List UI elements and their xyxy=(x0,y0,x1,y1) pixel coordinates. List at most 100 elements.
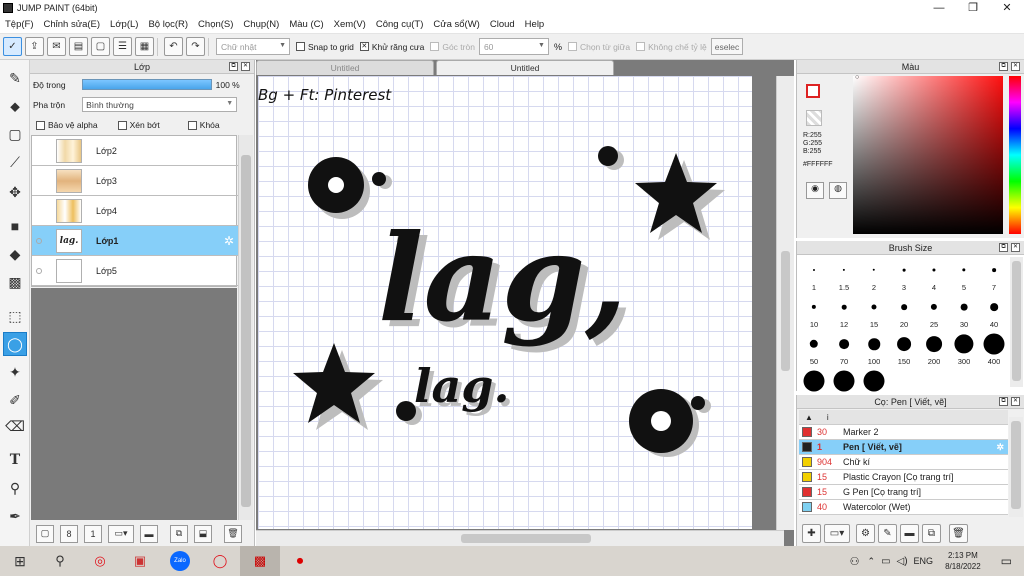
menu-cloud[interactable]: Cloud xyxy=(485,19,520,30)
from-center-checkbox[interactable]: Chọn từ giữa xyxy=(567,42,630,52)
move-tool-icon[interactable]: ✥ xyxy=(3,180,27,204)
list-icon[interactable]: ☰ xyxy=(113,37,132,56)
search-icon[interactable]: ⚲ xyxy=(40,546,80,576)
app-store-icon[interactable]: ▣ xyxy=(120,546,160,576)
shape-select-dropdown[interactable]: Chữ nhật ▼ xyxy=(216,38,290,55)
brush-size-option[interactable]: 10 xyxy=(799,296,829,334)
menu-layer[interactable]: Lớp(L) xyxy=(105,19,143,30)
page-icon[interactable]: ▢ xyxy=(91,37,110,56)
opacity-slider[interactable] xyxy=(81,79,212,90)
fill-rect-tool-icon[interactable]: ■ xyxy=(3,214,27,238)
clock[interactable]: 2:13 PM 8/18/2022 xyxy=(945,550,981,572)
brush-tool-icon[interactable]: ✎ xyxy=(3,66,27,90)
new-raster-layer-icon[interactable]: 8 xyxy=(60,524,78,543)
brush-size-option[interactable]: 100 xyxy=(859,333,889,371)
pen-item[interactable]: 30 Marker 2 xyxy=(799,425,1008,440)
panel-close-icon[interactable]: ✕ xyxy=(1011,397,1020,406)
select-eraser-tool-icon[interactable]: ⌫ xyxy=(3,414,27,438)
layer-item-lop4[interactable]: Lớp4 xyxy=(32,196,238,226)
lasso-tool-icon[interactable]: ◯ xyxy=(3,332,27,356)
notification-icon[interactable]: ▭ xyxy=(1001,554,1012,568)
palette-icon[interactable]: ◉ xyxy=(806,182,824,199)
protect-alpha-checkbox[interactable]: Bảo vệ alpha xyxy=(36,120,98,130)
bucket-tool-icon[interactable]: ◆ xyxy=(3,242,27,266)
layer-scrollbar[interactable] xyxy=(238,135,253,520)
record-icon[interactable]: ⏺ xyxy=(280,546,320,576)
menu-edit[interactable]: Chỉnh sửa(E) xyxy=(39,19,106,30)
brush-mode-icon[interactable]: ✓ xyxy=(3,37,22,56)
chevron-up-icon[interactable]: ⌃ xyxy=(868,556,876,567)
opera-gx-icon[interactable]: ◯ xyxy=(200,546,240,576)
undock-icon[interactable]: ⧉ xyxy=(999,243,1008,252)
scroll-thumb[interactable] xyxy=(241,155,251,507)
new-layer-icon[interactable]: ▢ xyxy=(36,524,54,543)
windows-start-icon[interactable]: ⊞ xyxy=(0,546,40,576)
brush-folder-icon[interactable]: ▬ xyxy=(900,523,919,543)
lock-checkbox[interactable]: Khóa xyxy=(187,120,220,130)
undock-icon[interactable]: ⧉ xyxy=(999,397,1008,406)
size-sort-icon[interactable]: ▲ xyxy=(805,413,813,422)
brush-size-option[interactable]: 40 xyxy=(979,296,1009,334)
people-icon[interactable]: ⚇ xyxy=(850,555,860,568)
layer-item-lop2[interactable]: Lớp2 xyxy=(32,136,238,166)
pen-item[interactable]: 904 Chữ kí xyxy=(799,455,1008,470)
brush-size-option[interactable]: 1 xyxy=(799,259,829,297)
language-indicator[interactable]: ENG xyxy=(914,556,934,566)
redo-icon[interactable]: ↷ xyxy=(186,37,205,56)
duplicate-layer-icon[interactable]: ⧉ xyxy=(170,524,188,543)
menu-window[interactable]: Cửa sổ(W) xyxy=(428,19,484,30)
palette-settings-icon[interactable]: ◍ xyxy=(829,182,847,199)
brush-size-option[interactable]: 20 xyxy=(889,296,919,334)
menu-tools[interactable]: Công cụ(T) xyxy=(371,19,429,30)
brush-size-option[interactable]: 2 xyxy=(859,259,889,297)
pen-tool-icon[interactable]: ✒ xyxy=(3,504,27,528)
visibility-toggle[interactable] xyxy=(32,237,46,244)
close-button[interactable]: ✕ xyxy=(990,0,1024,16)
delete-layer-icon[interactable]: 🗑 xyxy=(224,524,242,543)
tab-untitled-1[interactable]: Untitled xyxy=(256,60,434,75)
canvas-horizontal-scrollbar[interactable] xyxy=(256,530,784,546)
brush-size-option[interactable]: 400 xyxy=(979,333,1009,371)
pen-scrollbar[interactable] xyxy=(1009,417,1023,517)
drawing-canvas[interactable]: Bg + Ft: Pinterest lag, lag, lag. lag. xyxy=(258,76,752,529)
brush-settings-icon[interactable]: ⚙ xyxy=(856,523,875,543)
canvas-vertical-scrollbar[interactable] xyxy=(776,76,794,530)
brush-size-option[interactable]: 150 xyxy=(889,333,919,371)
eraser-tool-icon[interactable]: ⬥ xyxy=(3,94,27,118)
panel-close-icon[interactable]: ✕ xyxy=(241,62,250,71)
brush-size-option[interactable]: 25 xyxy=(919,296,949,334)
brush-size-option[interactable]: 5 xyxy=(949,259,979,297)
menu-view[interactable]: Xem(V) xyxy=(329,19,371,30)
menu-file[interactable]: Tệp(F) xyxy=(0,19,39,30)
network-icon[interactable]: ▭ xyxy=(881,556,890,567)
undo-icon[interactable]: ↶ xyxy=(164,37,183,56)
panel-close-icon[interactable]: ✕ xyxy=(1011,243,1020,252)
pen-line-tool-icon[interactable]: ⟋ xyxy=(3,150,27,174)
text-box-icon[interactable]: ▤ xyxy=(69,37,88,56)
layer-settings-gear-icon[interactable]: ✲ xyxy=(224,234,234,248)
volume-icon[interactable]: ◁) xyxy=(897,556,908,567)
pen-item[interactable]: 1 Pen [ Viết, vẽ] ✲ xyxy=(799,440,1008,455)
select-rect-tool-icon[interactable]: ⬚ xyxy=(3,304,27,328)
grid-check-icon[interactable]: ▦ xyxy=(135,37,154,56)
pen-item[interactable]: 15 Plastic Crayon [Cọ trang trí] xyxy=(799,470,1008,485)
opera-browser-icon[interactable]: ◎ xyxy=(80,546,120,576)
magic-wand-tool-icon[interactable]: ✦ xyxy=(3,360,27,384)
visibility-toggle[interactable] xyxy=(32,267,46,274)
comment-icon[interactable]: ✉ xyxy=(47,37,66,56)
minimize-button[interactable]: — xyxy=(922,0,956,16)
antialias-checkbox[interactable]: ✕ Khử răng cưa xyxy=(359,42,424,52)
new-8bit-layer-icon[interactable]: 1 xyxy=(84,524,102,543)
scroll-thumb[interactable] xyxy=(1012,261,1021,381)
scroll-thumb[interactable] xyxy=(461,534,591,543)
brush-size-option[interactable]: 50 xyxy=(799,333,829,371)
scroll-thumb[interactable] xyxy=(781,251,790,371)
folder-icon[interactable]: ▬ xyxy=(140,524,158,543)
clipping-checkbox[interactable]: Xén bớt xyxy=(117,120,160,130)
undock-icon[interactable]: ⧉ xyxy=(999,62,1008,71)
add-layer-menu-icon[interactable]: ▭▾ xyxy=(108,524,134,543)
export-icon[interactable]: ⇪ xyxy=(25,37,44,56)
maximize-button[interactable]: ❐ xyxy=(956,0,990,16)
snap-to-grid-checkbox[interactable]: Snap to grid xyxy=(296,42,354,52)
menu-color[interactable]: Màu (C) xyxy=(284,19,328,30)
